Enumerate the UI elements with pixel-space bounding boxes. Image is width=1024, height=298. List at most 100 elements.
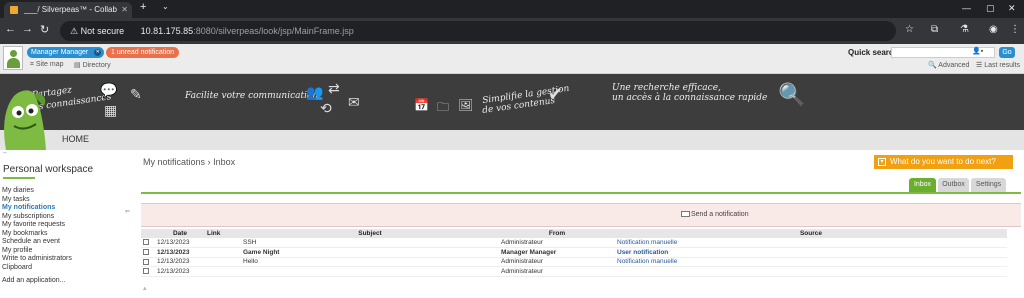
sidebar: ⇔ Personal workspace My diaries My tasks…	[0, 150, 146, 298]
sidebar-item-my-profile[interactable]: My profile	[2, 247, 32, 254]
scroll-top-icon[interactable]: ⩓	[143, 286, 146, 293]
sidebar-item-my-tasks[interactable]: My tasks	[2, 196, 30, 203]
users-icon: 👥	[306, 84, 324, 100]
sidebar-item-my-bookmarks[interactable]: My bookmarks	[2, 230, 48, 237]
table-row[interactable]: 12/13/2023 Administrateur	[141, 266, 1007, 277]
sidebar-item-write-to-admins[interactable]: Write to administrators	[2, 255, 72, 262]
directory-label: Directory	[82, 62, 111, 69]
banner-recherche-line1: Une recherche efficace,	[612, 83, 721, 93]
avatar[interactable]	[3, 46, 23, 70]
user-name: Manager Manager	[31, 49, 89, 56]
row-source: Notification manuelle	[615, 238, 1007, 248]
go-button[interactable]: Go	[999, 47, 1015, 58]
minimize-icon[interactable]: —	[962, 3, 971, 13]
silverpeas-mascot-logo	[4, 90, 47, 150]
row-checkbox[interactable]	[143, 249, 149, 256]
labs-icon[interactable]: ⚗	[960, 24, 969, 35]
folder-icon: 🗀	[437, 100, 450, 114]
row-source	[615, 266, 1007, 277]
breadcrumb-separator: ›	[207, 157, 211, 167]
header-date[interactable]: Date	[155, 229, 205, 238]
reload-icon[interactable]: ↻	[40, 23, 49, 36]
new-tab-icon[interactable]: +	[140, 1, 146, 13]
table-row[interactable]: 12/13/2023 Hello Administrateur Notifica…	[141, 257, 1007, 267]
header-select	[141, 229, 155, 238]
what-next-label: What do you want to do next?	[890, 157, 996, 166]
exchange-arrows-icon: ⇄	[328, 80, 340, 96]
silverpeas-banner: Partagez vos connaissances 💬 ▦ ✎ Facilit…	[0, 74, 1024, 130]
main-nav: HOME	[0, 130, 1024, 150]
logout-icon[interactable]: ✕	[94, 49, 102, 56]
not-secure-indicator[interactable]: ⚠ Not secure	[70, 26, 124, 36]
last-results-link[interactable]: ☰ Last results	[976, 61, 1020, 69]
sidebar-item-my-notifications[interactable]: My notifications	[2, 204, 55, 211]
checkmark-icon: ✔	[548, 84, 564, 104]
row-date: 12/13/2023	[155, 247, 205, 258]
breadcrumb-root[interactable]: My notifications	[143, 157, 205, 167]
tab-outbox[interactable]: Outbox	[938, 178, 969, 192]
header-from[interactable]: From	[499, 229, 615, 238]
forward-icon[interactable]: →	[22, 23, 33, 35]
window-close-icon[interactable]: ✕	[1008, 3, 1016, 14]
tab-settings[interactable]: Settings	[971, 178, 1006, 192]
workspace-title-underline	[3, 177, 35, 179]
url-host: 10.81.175.85	[140, 26, 194, 36]
profile-icon[interactable]: ◉	[989, 24, 998, 35]
lightbulb-icon: ✎	[130, 86, 142, 102]
sidebar-toggle-icon[interactable]: ⇔	[2, 150, 8, 156]
close-tab-icon[interactable]: ✕	[121, 2, 128, 18]
chat-bubble-icon: 💬	[100, 82, 118, 98]
tab-inbox[interactable]: Inbox	[909, 178, 936, 192]
row-checkbox[interactable]	[143, 268, 149, 275]
envelope-icon	[681, 211, 690, 217]
workspace-title: Personal workspace	[3, 164, 94, 175]
browser-tabbar: ___/ Silverpeas™ - Collab ✕ + ⌄ — ▢ ✕	[0, 0, 1024, 18]
user-menu-button[interactable]: Manager Manager ✕	[27, 47, 105, 58]
send-notification-label: Send a notification	[691, 211, 749, 218]
site-map-link[interactable]: ⌗ Site map	[30, 61, 64, 69]
row-subject[interactable]: Hello	[241, 257, 499, 267]
sidebar-item-schedule-event[interactable]: Schedule an event	[2, 238, 60, 245]
image-icon: 🖼	[458, 98, 474, 112]
header-source[interactable]: Source	[615, 229, 1007, 238]
row-checkbox[interactable]	[143, 258, 149, 265]
what-next-button[interactable]: ▾ What do you want to do next?	[874, 155, 1013, 169]
menu-kebab-icon[interactable]: ⋮	[1010, 24, 1020, 35]
header-subject[interactable]: Subject	[241, 229, 499, 238]
row-subject[interactable]	[241, 266, 499, 277]
row-from: Administrateur	[499, 257, 615, 267]
table-row[interactable]: 12/13/2023 Game Night Manager Manager Us…	[141, 247, 1007, 258]
row-checkbox[interactable]	[143, 239, 149, 246]
unread-notification-badge[interactable]: 1 unread notification	[106, 47, 180, 58]
back-icon[interactable]: ←	[5, 23, 16, 35]
header-link[interactable]: Link	[205, 229, 241, 238]
advanced-search-link[interactable]: 🔍 Advanced	[928, 61, 969, 69]
row-date: 12/13/2023	[155, 238, 205, 248]
dropdown-arrow-icon: ▾	[878, 158, 886, 166]
browser-tab[interactable]: ___/ Silverpeas™ - Collab ✕	[4, 2, 132, 18]
document-chat-icon: ✉	[348, 94, 360, 110]
home-tab[interactable]: HOME	[62, 134, 89, 144]
avatar-head	[10, 50, 17, 57]
maximize-icon[interactable]: ▢	[986, 3, 995, 14]
bookmark-star-icon[interactable]: ☆	[905, 24, 914, 35]
tab-list-icon[interactable]: ⌄	[162, 2, 169, 11]
row-subject[interactable]: SSH	[241, 238, 499, 248]
extensions-icon[interactable]: ⧉	[931, 24, 938, 35]
sidebar-item-my-diaries[interactable]: My diaries	[2, 187, 34, 194]
avatar-body	[7, 58, 20, 68]
add-application-link[interactable]: Add an application...	[2, 277, 65, 284]
search-scope-icons[interactable]: 👤▪	[972, 47, 983, 55]
collapse-icon[interactable]: ⇐	[125, 208, 130, 215]
table-row[interactable]: 12/13/2023 SSH Administrateur Notificati…	[141, 238, 1007, 248]
row-subject[interactable]: Game Night	[241, 247, 499, 258]
directory-link[interactable]: ▤ Directory	[74, 61, 111, 69]
sidebar-item-my-favorite-requests[interactable]: My favorite requests	[2, 221, 65, 228]
send-notification-button[interactable]: Send a notification	[681, 211, 749, 218]
magnifier-list-icon: 🔍	[778, 82, 806, 107]
address-bar[interactable]: ⚠ Not secure 10.81.175.85:8080/silverpea…	[60, 21, 896, 41]
sidebar-item-clipboard[interactable]: Clipboard	[2, 264, 32, 271]
row-from: Manager Manager	[499, 247, 615, 258]
sidebar-item-my-subscriptions[interactable]: My subscriptions	[2, 213, 54, 220]
user-share-icon: ⟲	[320, 100, 332, 116]
